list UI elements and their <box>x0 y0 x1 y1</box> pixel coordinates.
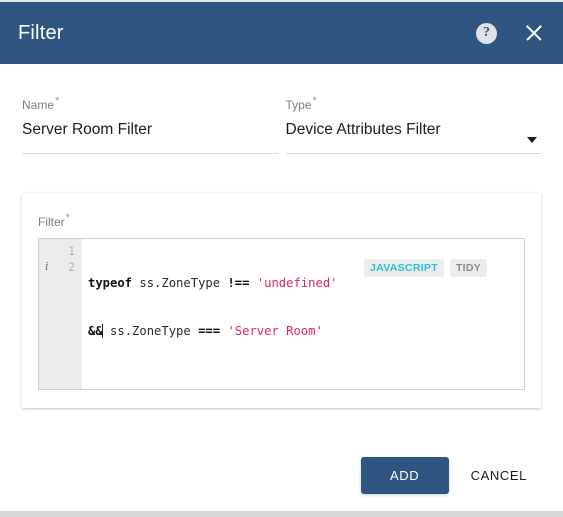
name-field-underline <box>22 153 278 154</box>
code-token: typeof <box>88 276 133 290</box>
code-token: && <box>88 324 103 338</box>
name-field-label: Name* <box>22 95 60 112</box>
code-token: 'undefined' <box>256 276 338 290</box>
code-token: === <box>198 324 221 338</box>
line-number: 2 <box>68 260 75 274</box>
dialog-body: Name* Type* Device Attributes Filter Fil… <box>0 64 563 408</box>
gutter-marker-icon: i <box>45 260 49 273</box>
help-circle-icon[interactable]: ? <box>476 22 497 44</box>
code-line: && ss.ZoneType === 'Server Room' <box>88 323 524 339</box>
required-marker: * <box>65 212 70 224</box>
tidy-badge[interactable]: TIDY <box>449 259 488 277</box>
code-token: ss.ZoneType <box>132 276 228 290</box>
type-field-underline <box>285 153 541 154</box>
filter-dialog: Filter ? Name* Type* Device Attributes F… <box>0 2 563 511</box>
code-token: 'Server Room' <box>227 324 323 338</box>
dialog-footer: ADD CANCEL <box>0 449 563 511</box>
type-field-label: Type* <box>285 95 317 112</box>
code-editor[interactable]: 1 i 2 typeof ss.ZoneType !== 'undefined'… <box>38 238 525 390</box>
name-input[interactable] <box>22 120 278 146</box>
form-fields-row: Name* Type* Device Attributes Filter <box>0 64 563 154</box>
chevron-down-icon[interactable] <box>527 137 537 143</box>
window-bottom-edge <box>0 511 563 517</box>
type-field-group: Type* Device Attributes Filter <box>285 94 542 154</box>
name-field-group: Name* <box>22 94 278 154</box>
code-token: ss.ZoneType <box>102 324 199 338</box>
cancel-button[interactable]: CANCEL <box>457 457 541 494</box>
editor-badges: JAVASCRIPT TIDY <box>364 259 488 277</box>
close-icon[interactable] <box>523 22 545 44</box>
code-line: typeof ss.ZoneType !== 'undefined' <box>88 275 524 291</box>
code-text-area[interactable]: typeof ss.ZoneType !== 'undefined' && ss… <box>82 239 524 389</box>
dialog-header: Filter ? <box>0 2 563 64</box>
filter-editor-label: Filter* <box>38 212 70 229</box>
required-marker: * <box>312 95 317 107</box>
gutter-line: 1 <box>39 243 82 259</box>
dialog-title: Filter <box>18 22 64 44</box>
add-button[interactable]: ADD <box>360 456 449 494</box>
code-token: !== <box>227 276 250 290</box>
line-number: 1 <box>68 244 75 258</box>
type-select-value[interactable]: Device Attributes Filter <box>286 120 542 146</box>
gutter-line: i 2 <box>39 259 82 275</box>
required-marker: * <box>55 95 60 107</box>
filter-editor-card: Filter* 1 i 2 typeof ss.ZoneType !== 'un… <box>22 193 541 408</box>
code-gutter: 1 i 2 <box>39 239 82 389</box>
language-badge[interactable]: JAVASCRIPT <box>364 259 444 277</box>
header-actions: ? <box>476 22 545 44</box>
